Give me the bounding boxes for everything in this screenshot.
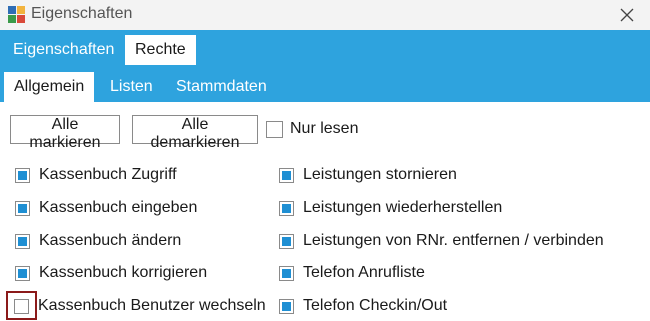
tab-eigenschaften[interactable]: Eigenschaften xyxy=(3,35,124,65)
permission-label: Kassenbuch ändern xyxy=(39,232,182,249)
deselect-all-button[interactable]: Alle demarkieren xyxy=(132,115,258,151)
permission-kassenbuch-eingeben[interactable]: Kassenbuch eingeben xyxy=(15,196,197,220)
permission-checkbox[interactable] xyxy=(279,167,294,183)
permission-kassenbuch-zugriff[interactable]: Kassenbuch Zugriff xyxy=(15,163,177,187)
close-button[interactable] xyxy=(604,0,650,30)
window-title: Eigenschaften xyxy=(31,5,133,22)
permission-checkbox[interactable] xyxy=(279,200,294,216)
ribbon: Eigenschaften Rechte Allgemein Listen St… xyxy=(0,30,650,102)
tab-rechte[interactable]: Rechte xyxy=(125,35,196,65)
permission-label: Kassenbuch korrigieren xyxy=(39,264,208,281)
permission-label: Leistungen stornieren xyxy=(303,166,457,183)
permission-label: Telefon Checkin/Out xyxy=(303,297,448,314)
permission-checkbox[interactable] xyxy=(15,265,30,281)
permission-checkbox[interactable] xyxy=(14,298,29,314)
permission-kassenbuch-aendern[interactable]: Kassenbuch ändern xyxy=(15,229,181,253)
permission-checkbox[interactable] xyxy=(279,233,294,249)
permission-leistungen-stornieren[interactable]: Leistungen stornieren xyxy=(279,163,457,187)
permission-checkbox[interactable] xyxy=(15,233,30,249)
subtab-stammdaten[interactable]: Stammdaten xyxy=(166,72,277,102)
permission-checkbox[interactable] xyxy=(279,265,294,281)
permission-telefon-checkin-out[interactable]: Telefon Checkin/Out xyxy=(279,294,447,318)
permission-label: Kassenbuch Zugriff xyxy=(39,166,177,183)
permission-label: Leistungen von RNr. entfernen / verbinde… xyxy=(303,232,604,249)
permission-kassenbuch-korrigieren[interactable]: Kassenbuch korrigieren xyxy=(15,261,207,285)
permission-label: Leistungen wiederherstellen xyxy=(303,199,503,216)
permission-leistungen-rnr-entfernen[interactable]: Leistungen von RNr. entfernen / verbinde… xyxy=(279,229,604,253)
app-logo-icon xyxy=(8,6,25,23)
select-all-button[interactable]: Alle markieren xyxy=(10,115,120,151)
close-icon xyxy=(620,8,634,22)
title-bar: Eigenschaften xyxy=(0,0,650,30)
permission-label: Kassenbuch Benutzer wechseln xyxy=(38,297,266,314)
permission-kassenbuch-benutzer-wechseln[interactable]: Kassenbuch Benutzer wechseln xyxy=(14,294,266,318)
permission-checkbox[interactable] xyxy=(15,167,30,183)
subtab-allgemein[interactable]: Allgemein xyxy=(4,72,95,102)
subtab-listen[interactable]: Listen xyxy=(100,72,163,102)
permission-checkbox[interactable] xyxy=(279,298,294,314)
permission-label: Telefon Anrufliste xyxy=(303,264,425,281)
permission-label: Kassenbuch eingeben xyxy=(39,199,198,216)
readonly-checkbox[interactable] xyxy=(266,121,283,138)
permission-telefon-anrufliste[interactable]: Telefon Anrufliste xyxy=(279,261,425,285)
permission-leistungen-wiederherstellen[interactable]: Leistungen wiederherstellen xyxy=(279,196,502,220)
permission-checkbox[interactable] xyxy=(15,200,30,216)
readonly-label: Nur lesen xyxy=(290,120,359,137)
